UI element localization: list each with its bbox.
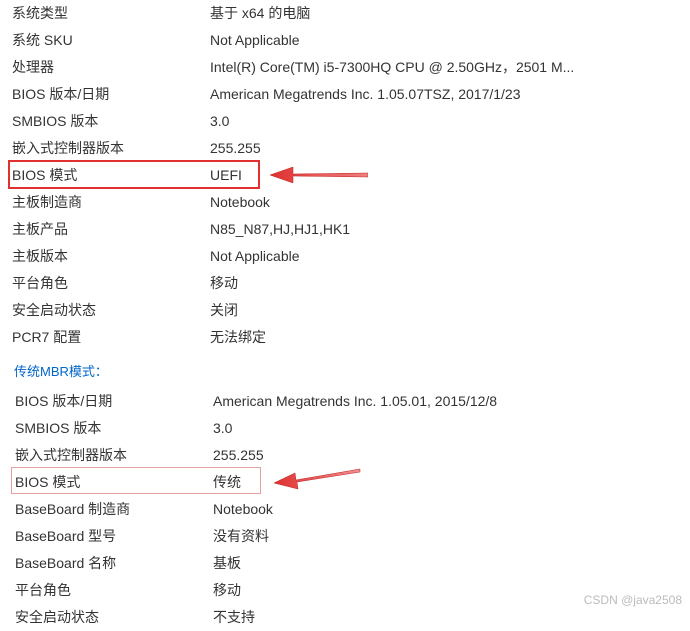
info-label: 嵌入式控制器版本 — [12, 135, 210, 162]
info-value: 无法绑定 — [210, 324, 690, 351]
info-row: BIOS 版本/日期 American Megatrends Inc. 1.05… — [12, 81, 690, 108]
info-label: 主板版本 — [12, 243, 210, 270]
info-row: 平台角色 移动 — [12, 270, 690, 297]
info-row: 处理器 Intel(R) Core(TM) i5-7300HQ CPU @ 2.… — [12, 54, 690, 81]
info-label: 处理器 — [12, 54, 210, 81]
info-value: 3.0 — [210, 108, 690, 135]
info-label: 主板制造商 — [12, 189, 210, 216]
info-label: 系统 SKU — [12, 27, 210, 54]
info-value: UEFI — [210, 162, 690, 189]
info-value: Intel(R) Core(TM) i5-7300HQ CPU @ 2.50GH… — [210, 54, 690, 81]
info-value: Notebook — [210, 189, 690, 216]
info-row: 安全启动状态 不支持 — [15, 604, 690, 631]
info-value: Not Applicable — [210, 27, 690, 54]
info-value: 关闭 — [210, 297, 690, 324]
info-value: Notebook — [213, 496, 690, 523]
info-value: American Megatrends Inc. 1.05.01, 2015/1… — [213, 388, 690, 415]
info-label: 系统类型 — [12, 0, 210, 27]
info-value: 传统 — [213, 469, 690, 496]
info-value: 基于 x64 的电脑 — [210, 0, 690, 27]
info-label: BaseBoard 名称 — [15, 550, 213, 577]
info-row: PCR7 配置 无法绑定 — [12, 324, 690, 351]
info-label: 嵌入式控制器版本 — [15, 442, 213, 469]
info-row: 系统 SKU Not Applicable — [12, 27, 690, 54]
info-label: BIOS 模式 — [12, 162, 210, 189]
info-row-bios-mode: BIOS 模式 传统 — [15, 469, 690, 496]
watermark: CSDN @java2508 — [584, 593, 682, 607]
legacy-mbr-title: 传统MBR模式： — [12, 361, 690, 380]
info-row: 嵌入式控制器版本 255.255 — [15, 442, 690, 469]
info-row: SMBIOS 版本 3.0 — [12, 108, 690, 135]
info-row: 系统类型 基于 x64 的电脑 — [12, 0, 690, 27]
info-label: 主板产品 — [12, 216, 210, 243]
info-value: 基板 — [213, 550, 690, 577]
info-label: BIOS 版本/日期 — [15, 388, 213, 415]
info-row: 嵌入式控制器版本 255.255 — [12, 135, 690, 162]
info-value: Not Applicable — [210, 243, 690, 270]
info-value: 不支持 — [213, 604, 690, 631]
info-row: BIOS 版本/日期 American Megatrends Inc. 1.05… — [15, 388, 690, 415]
info-row: BaseBoard 制造商 Notebook — [15, 496, 690, 523]
info-row: 主板产品 N85_N87,HJ,HJ1,HK1 — [12, 216, 690, 243]
info-row: 主板制造商 Notebook — [12, 189, 690, 216]
info-value: 255.255 — [210, 135, 690, 162]
info-label: BaseBoard 型号 — [15, 523, 213, 550]
info-row-bios-mode: BIOS 模式 UEFI — [12, 162, 690, 189]
info-label: 平台角色 — [15, 577, 213, 604]
info-value: N85_N87,HJ,HJ1,HK1 — [210, 216, 690, 243]
info-row: 主板版本 Not Applicable — [12, 243, 690, 270]
info-row: SMBIOS 版本 3.0 — [15, 415, 690, 442]
info-label: BaseBoard 制造商 — [15, 496, 213, 523]
info-label: 安全启动状态 — [12, 297, 210, 324]
info-label: 平台角色 — [12, 270, 210, 297]
info-label: BIOS 模式 — [15, 469, 213, 496]
info-value: 255.255 — [213, 442, 690, 469]
info-value: 3.0 — [213, 415, 690, 442]
info-label: SMBIOS 版本 — [12, 108, 210, 135]
system-info-section-1: 系统类型 基于 x64 的电脑 系统 SKU Not Applicable 处理… — [12, 0, 690, 351]
info-value: American Megatrends Inc. 1.05.07TSZ, 201… — [210, 81, 690, 108]
info-value: 移动 — [210, 270, 690, 297]
info-label: SMBIOS 版本 — [15, 415, 213, 442]
info-row: BaseBoard 名称 基板 — [15, 550, 690, 577]
info-row: BaseBoard 型号 没有资料 — [15, 523, 690, 550]
info-row: 安全启动状态 关闭 — [12, 297, 690, 324]
info-value: 没有资料 — [213, 523, 690, 550]
info-label: 安全启动状态 — [15, 604, 213, 631]
info-label: BIOS 版本/日期 — [12, 81, 210, 108]
info-label: PCR7 配置 — [12, 324, 210, 351]
